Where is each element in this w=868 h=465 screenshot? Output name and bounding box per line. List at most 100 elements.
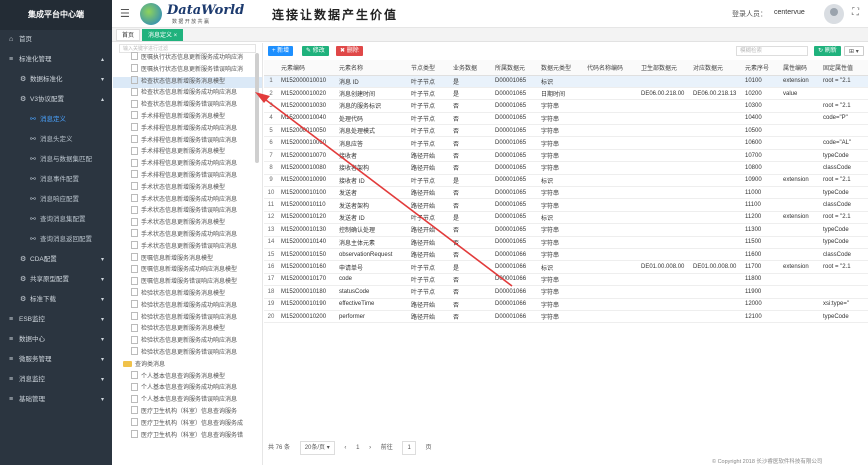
sidebar-item-16[interactable]: ≡ 微服务管理 ▾	[0, 350, 112, 370]
sidebar-item-6[interactable]: ⚯ 消息与数据集匹配	[0, 150, 112, 170]
sidebar-item-9[interactable]: ⚯ 查询消息集配置	[0, 210, 112, 230]
tree-item[interactable]: 医嘱信息新增服务成功响应消息模型	[113, 264, 262, 277]
tab-home[interactable]: 首页	[116, 29, 141, 41]
sidebar-item-12[interactable]: ⚙ 共享原型配置 ▾	[0, 270, 112, 290]
column-header[interactable]: 所属数据元	[492, 60, 538, 76]
table-row[interactable]: 1 M152000010010 消息 ID 叶子节点是 D00001065 标识 10100…	[264, 75, 868, 88]
tree-filter-input[interactable]: 输入关键字进行过滤	[119, 44, 256, 53]
tree-item[interactable]: 医疗卫生机构（科室）信息查询服务	[113, 406, 262, 419]
sidebar-item-5[interactable]: ⚯ 消息头定义	[0, 130, 112, 150]
table-row[interactable]: 4 M152000010040 处理代码 叶子节点否 D00001065 字符串 10400…	[264, 112, 868, 126]
table-row[interactable]: 11 M152000010110 发送者架构 路径开始否 D00001065 字符串 111…	[264, 198, 868, 212]
delete-button[interactable]: ✖ 删除	[336, 46, 363, 56]
table-row[interactable]: 8 M152000010080 接收者架构 路径开始否 D00001065 字符串 1080…	[264, 161, 868, 175]
sidebar-item-11[interactable]: ⚙ CDA配置 ▾	[0, 250, 112, 270]
search-input[interactable]: 模糊检索	[736, 46, 808, 56]
tree-item[interactable]: 个人基本信息查询服务消息模型	[113, 370, 262, 384]
page-size-select[interactable]: 20条/页 ▾	[299, 441, 335, 455]
tree-item[interactable]: 手术排程信息新增服务错误响应消息	[113, 135, 262, 148]
table-row[interactable]: 14 M152000010140 消息主体元素 路径开始否 D00001065 字符串 11…	[264, 236, 868, 249]
columns-button[interactable]: ⊞ ▾	[844, 46, 864, 56]
tree-item[interactable]: 手术状态信息新增服务消息模型	[113, 182, 262, 195]
tree-item[interactable]: 检验状态信息更新服务成功响应消息	[113, 335, 262, 348]
next-page-button[interactable]: ›	[369, 442, 371, 454]
tree-item[interactable]: 检查状态信息新增服务错误响应消息	[113, 99, 262, 112]
column-header[interactable]: 业务数据	[450, 60, 492, 76]
column-header[interactable]: 对应数据元	[690, 60, 742, 76]
tree-item[interactable]: 检验状态信息新增服务成功响应消息	[113, 300, 262, 313]
column-header[interactable]: 属性编码	[780, 60, 820, 76]
table-row[interactable]: 9 M152000010090 接收者 ID 叶子节点是 D00001065 标识 1090…	[264, 174, 868, 188]
column-header[interactable]: 卫生部数据元	[638, 60, 690, 76]
tree-item[interactable]: 医疗卫生机构（科室）信息查询服务错	[113, 429, 262, 443]
tree-item[interactable]: 手术排程信息更新服务消息模型	[113, 146, 262, 159]
sidebar-item-18[interactable]: ≡ 基础管理 ▾	[0, 390, 112, 410]
tree-item[interactable]: 医嘱信息新增服务消息模型	[113, 252, 262, 266]
table-row[interactable]: 19 M152000010190 effectiveTime 路径开始否 D000010…	[264, 298, 868, 311]
tree-scrollbar[interactable]	[255, 53, 259, 163]
column-header[interactable]: 元素编码	[278, 60, 336, 76]
tree-item[interactable]: 手术排程信息新增服务成功响应消息	[113, 123, 262, 136]
table-row[interactable]: 6 M152000010060 消息应答 叶子节点否 D00001065 字符串 10600…	[264, 136, 868, 150]
column-header[interactable]	[264, 60, 278, 76]
tree-item[interactable]: 检查状态信息新增服务成功响应消息	[113, 87, 262, 100]
user-name[interactable]: centervue	[774, 9, 805, 16]
tree-item[interactable]: 医嘱执行状态信息更新服务错误响应消	[113, 64, 262, 77]
tree-item[interactable]: 手术状态信息更新服务错误响应消息	[113, 241, 262, 254]
column-header[interactable]: 固定属性值	[820, 60, 868, 76]
table-row[interactable]: 7 M152000010070 接收者 路径开始否 D00001065 字符串 10700 t…	[264, 149, 868, 163]
tree-item[interactable]: 手术状态信息更新服务消息模型	[113, 217, 262, 230]
tree-item[interactable]: 医疗卫生机构（科室）信息查询服务成	[113, 418, 262, 431]
table-row[interactable]: 5 M152000010050 消息处理模式 叶子节点否 D00001065 字符串 105…	[264, 124, 868, 138]
table-row[interactable]: 13 M152000010130 控制确认处理 路径开始否 D00001065 字符串 11…	[264, 223, 868, 237]
column-header[interactable]: 节点类型	[408, 60, 450, 76]
sidebar-item-0[interactable]: ⌂ 首页	[0, 30, 112, 50]
prev-page-button[interactable]: ‹	[344, 442, 346, 454]
column-header[interactable]: 代码名称编码	[584, 60, 638, 76]
tree-item[interactable]: 检验状态信息新增服务错误响应消息	[113, 311, 262, 325]
table-row[interactable]: 12 M152000010120 发送者 ID 叶子节点是 D00001065 标识 112…	[264, 211, 868, 225]
table-row[interactable]: 18 M152000010180 statusCode 叶子节点否 D00001066 字…	[264, 285, 868, 299]
edit-button[interactable]: ✎ 修改	[302, 46, 329, 56]
tree-item[interactable]: 个人基本信息查询服务错误响应消息	[113, 394, 262, 407]
sidebar-item-17[interactable]: ≡ 消息监控 ▾	[0, 370, 112, 390]
tree-item[interactable]: 医嘱执行状态信息更新服务成功响应消	[113, 52, 262, 65]
refresh-button[interactable]: ↻ 刷新	[814, 46, 841, 56]
tree-item[interactable]: 医嘱信息新增服务错误响应消息模型	[113, 276, 262, 289]
tree-item[interactable]: 手术状态信息更新服务成功响应消息	[113, 229, 262, 242]
table-row[interactable]: 2 M152000010020 消息创建时间 叶子节点是 D00001065 日期时间 DE…	[264, 87, 868, 101]
column-header[interactable]: 元素名称	[336, 60, 408, 76]
add-button[interactable]: + 新增	[268, 46, 294, 56]
column-header[interactable]: 数据元类型	[538, 60, 584, 76]
sidebar-item-4[interactable]: ⚯ 消息定义	[0, 110, 112, 130]
tree-item[interactable]: 个人基本信息查询服务成功响应消息	[113, 382, 262, 395]
sidebar-item-14[interactable]: ≡ ESB监控 ▾	[0, 310, 112, 330]
sidebar-item-15[interactable]: ≡ 数据中心 ▾	[0, 330, 112, 350]
goto-page-input[interactable]: 1	[402, 441, 416, 455]
table-row[interactable]: 20 M152000010200 performer 路径开始否 D00001066 字符…	[264, 310, 868, 324]
sidebar-item-2[interactable]: ⚙ 数据标准化 ▾	[0, 70, 112, 90]
tree-item[interactable]: 手术状态信息新增服务错误响应消息	[113, 205, 262, 218]
sidebar-item-3[interactable]: ⚙ V3协议配置 ▴	[0, 90, 112, 110]
tree-item[interactable]: 手术状态信息新增服务成功响应消息	[113, 193, 262, 207]
tab-message-definition[interactable]: 消息定义 ×	[142, 29, 184, 41]
table-row[interactable]: 16 M152000010160 申请单号 叶子节点是 D00001066 标识 DE01.…	[264, 260, 868, 274]
sidebar-item-13[interactable]: ⚙ 标准下载 ▾	[0, 290, 112, 310]
column-header[interactable]: 元素序号	[742, 60, 780, 76]
tree-item[interactable]: 检验状态信息更新服务消息模型	[113, 323, 262, 336]
tree-item[interactable]: 手术排程信息更新服务错误响应消息	[113, 170, 262, 183]
sidebar-item-1[interactable]: ≡ 标准化管理 ▴	[0, 50, 112, 70]
sidebar-item-8[interactable]: ⚯ 消息响应配置	[0, 190, 112, 210]
current-page[interactable]: 1	[356, 442, 359, 454]
avatar[interactable]	[824, 4, 844, 24]
tree-item[interactable]: 检验状态信息新增服务消息模型	[113, 288, 262, 301]
tree-folder[interactable]: 查询类消息	[113, 360, 262, 372]
sidebar-item-10[interactable]: ⚯ 查询消息返回配置	[0, 230, 112, 250]
menu-toggle-icon[interactable]: ☰	[120, 7, 130, 20]
table-row[interactable]: 10 M152000010100 发送者 路径开始否 D00001065 字符串 11000…	[264, 186, 868, 200]
tree-item[interactable]: 检验状态信息更新服务错误响应消息	[113, 347, 262, 360]
table-row[interactable]: 3 M152000010030 消息的服务标识 叶子节点否 D00001065 字符串 10…	[264, 99, 868, 113]
tree-item[interactable]: 手术排程信息更新服务成功响应消息	[113, 158, 262, 171]
fullscreen-icon[interactable]: ⛶	[852, 7, 859, 18]
table-row[interactable]: 17 M152000010170 code 叶子节点否 D00001066 字符串 1180…	[264, 273, 868, 287]
